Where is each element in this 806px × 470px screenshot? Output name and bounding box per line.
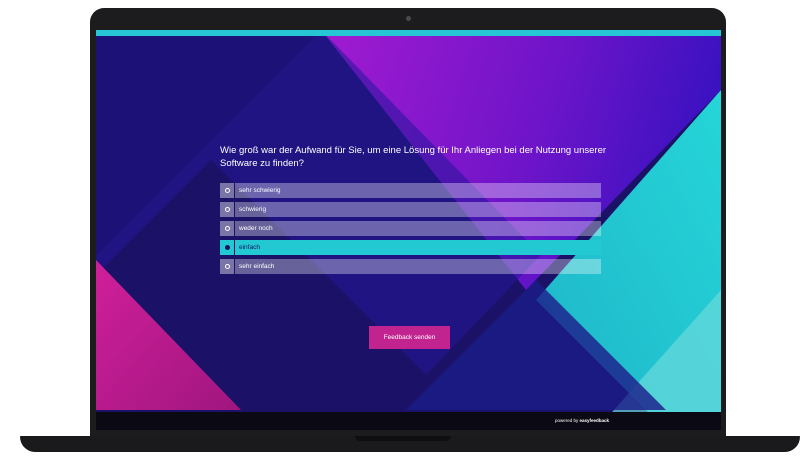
option-label[interactable]: weder noch <box>235 221 601 236</box>
option-sehr-schwierig[interactable]: sehr schwierig <box>220 183 601 198</box>
radio-button-icon[interactable] <box>224 226 230 231</box>
camera-icon <box>406 16 411 21</box>
option-weder-noch[interactable]: weder noch <box>220 221 601 236</box>
powered-by-text[interactable]: powered by easyfeedback <box>555 418 609 423</box>
radio-cell[interactable] <box>220 202 234 217</box>
option-sehr-einfach[interactable]: sehr einfach <box>220 259 601 274</box>
option-einfach[interactable]: einfach <box>220 240 601 255</box>
radio-cell[interactable] <box>220 221 234 236</box>
feedback-submit-button[interactable]: Feedback senden <box>369 326 450 349</box>
radio-cell[interactable] <box>220 240 234 255</box>
radio-button-icon[interactable] <box>224 207 230 212</box>
radio-button-icon[interactable] <box>224 188 230 193</box>
top-accent-bar <box>96 30 721 36</box>
option-label[interactable]: sehr einfach <box>235 259 601 274</box>
option-label[interactable]: einfach <box>235 240 601 255</box>
option-label[interactable]: schwierig <box>235 202 601 217</box>
radio-button-icon[interactable] <box>224 264 230 269</box>
radio-cell[interactable] <box>220 183 234 198</box>
radio-cell[interactable] <box>220 259 234 274</box>
brand-name[interactable]: easyfeedback <box>579 418 609 423</box>
laptop-notch <box>355 436 451 441</box>
survey-screen: Wie groß war der Aufwand für Sie, um ein… <box>96 30 721 430</box>
survey-question: Wie groß war der Aufwand für Sie, um ein… <box>220 145 607 169</box>
radio-button-checked-icon[interactable] <box>224 245 230 250</box>
option-schwierig[interactable]: schwierig <box>220 202 601 217</box>
answer-options: sehr schwierig schwierig weder noch einf… <box>220 183 601 278</box>
option-label[interactable]: sehr schwierig <box>235 183 601 198</box>
powered-prefix: powered by <box>554 418 579 423</box>
footer-bar: powered by easyfeedback <box>96 412 721 430</box>
